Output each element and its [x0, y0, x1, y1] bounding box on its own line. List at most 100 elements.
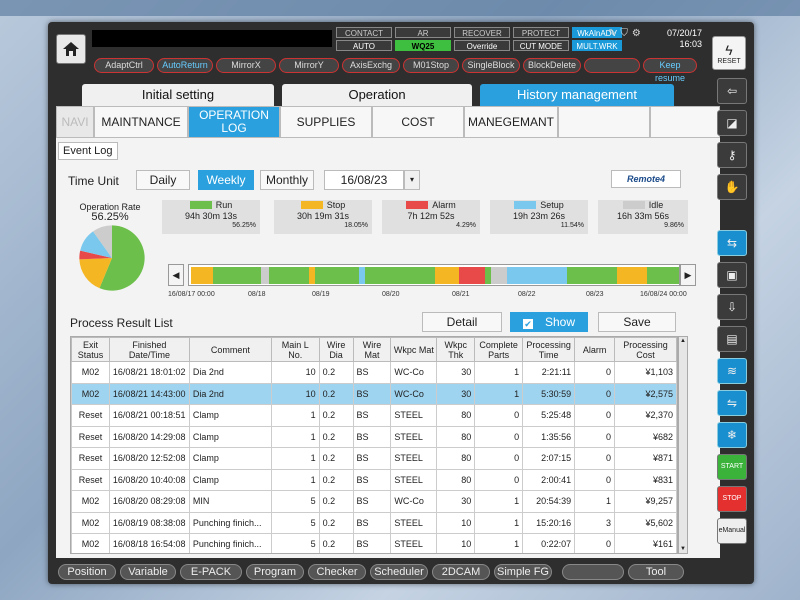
col-wire-dia[interactable]: Wire Dia — [318, 337, 354, 362]
stop-button[interactable]: STOP — [717, 486, 747, 512]
tank-button[interactable]: ▤ — [717, 326, 747, 352]
m01stop-button[interactable]: M01Stop — [403, 58, 459, 73]
table-row[interactable]: Reset 16/08/20 14:29:08 Clamp 1 0.2 BS STEEL 80… — [71, 425, 677, 448]
adaptctrl-button[interactable]: AdaptCtrl — [94, 58, 154, 73]
2dcam-button[interactable]: 2DCAM — [432, 564, 490, 580]
event-log-button[interactable]: Event Log — [58, 142, 118, 160]
table-row[interactable]: M02 16/08/20 08:29:08 MIN 5 0.2 BS WC-Co 30 1 20:… — [71, 490, 677, 513]
table-cell: STEEL — [390, 533, 438, 553]
operation-timeline — [188, 264, 680, 286]
main-window: CONTACT AR RECOVER PROTECT WkAlnADV AUTO… — [48, 22, 754, 584]
position-button[interactable]: Position — [58, 564, 116, 580]
home-button[interactable] — [56, 34, 86, 64]
key-icon: ⚷ — [727, 148, 737, 162]
blockdelete-button[interactable]: BlockDelete — [523, 58, 581, 73]
table-row[interactable]: M02 16/08/18 16:54:08 Punching finich... 5 0… — [71, 533, 677, 553]
table-cell: 0.2 — [318, 511, 354, 534]
simplefg-button[interactable]: Simple FG — [494, 564, 552, 580]
table-row[interactable]: Reset 16/08/21 00:18:51 Clamp 1 0.2 BS STEEL 80… — [71, 404, 677, 427]
mirrorx-button[interactable]: MirrorX — [216, 58, 276, 73]
legend-setup-name: Setup — [540, 200, 564, 210]
scheduler-button[interactable]: Scheduler — [370, 564, 428, 580]
autoreturn-button[interactable]: AutoReturn — [157, 58, 213, 73]
subtab-manegemant[interactable]: MANEGEMANT — [464, 106, 558, 138]
show-toggle[interactable]: ✔ Show — [510, 312, 588, 332]
epack-button[interactable]: E-PACK — [180, 564, 242, 580]
key-button[interactable]: ⚷ — [717, 142, 747, 168]
col-processing-time[interactable]: Processing Time — [522, 337, 576, 362]
subtab-cost[interactable]: COST — [372, 106, 464, 138]
singleblock-button[interactable]: SingleBlock — [462, 58, 520, 73]
axisexchg-button[interactable]: AxisExchg — [342, 58, 400, 73]
timeline-prev-button[interactable]: ◀ — [168, 264, 184, 286]
scroll-up-icon[interactable]: ▲ — [679, 337, 687, 345]
col-complete-parts[interactable]: Complete Parts — [474, 337, 524, 362]
hand-button[interactable]: ✋ — [717, 174, 747, 200]
blank-toolbar-button[interactable] — [584, 58, 640, 73]
save-button[interactable]: Save — [598, 312, 676, 332]
program-button[interactable]: Program — [246, 564, 304, 580]
date-input[interactable]: 16/08/23 — [324, 170, 404, 190]
col-alarm[interactable]: Alarm — [574, 337, 616, 362]
back-arrow-button[interactable]: ⇦ — [717, 78, 747, 104]
subtab-supplies[interactable]: SUPPLIES — [280, 106, 372, 138]
machine-op-button-2[interactable]: ▣ — [717, 262, 747, 288]
tab-operation[interactable]: Operation — [282, 84, 472, 106]
cooling-button[interactable]: ❄ — [717, 422, 747, 448]
wire-feed-button[interactable]: ⇩ — [717, 294, 747, 320]
machine-op-button-1[interactable]: ⇆ — [717, 230, 747, 256]
col-main-lno[interactable]: Main L No. — [270, 337, 320, 362]
table-row[interactable]: Reset 16/08/20 10:40:08 Clamp 1 0.2 BS STEEL 80… — [71, 468, 677, 491]
mirrory-button[interactable]: MirrorY — [279, 58, 339, 73]
keepresume-button[interactable]: Keep resume — [643, 58, 697, 83]
legend-alarm-name: Alarm — [432, 200, 456, 210]
subtab-operation-log[interactable]: OPERATION LOG — [188, 106, 280, 138]
col-exit-status[interactable]: Exit Status — [71, 337, 110, 362]
table-row[interactable]: M02 16/08/21 14:43:00 Dia 2nd 10 0.2 BS WC-Co 3… — [71, 382, 677, 405]
table-cell: 1 — [474, 533, 524, 553]
blank-bottom-button[interactable] — [562, 564, 624, 580]
timeline-next-button[interactable]: ▶ — [680, 264, 696, 286]
col-wire-mat[interactable]: Wire Mat — [352, 337, 392, 362]
start-button[interactable]: START — [717, 454, 747, 480]
col-processing-cost[interactable]: Processing Cost — [614, 337, 677, 362]
header-icons: ✎ ⛉ ⚙ — [608, 28, 641, 39]
timeline-segment — [261, 267, 269, 284]
variable-button[interactable]: Variable — [120, 564, 176, 580]
checker-button[interactable]: Checker — [308, 564, 366, 580]
lightning-icon: ϟ — [725, 41, 733, 58]
daily-button[interactable]: Daily — [136, 170, 190, 190]
col-finished-datetime[interactable]: Finished Date/Time — [108, 337, 190, 362]
table-cell: 20:54:39 — [522, 490, 576, 513]
tab-initial-setting[interactable]: Initial setting — [82, 84, 274, 106]
table-cell: 0.2 — [318, 404, 354, 427]
tool-button[interactable]: Tool — [628, 564, 684, 580]
subtab-maintnance[interactable]: MAINTNANCE — [94, 106, 188, 138]
table-cell: 1 — [270, 425, 320, 448]
emanual-button[interactable]: eManual — [717, 518, 747, 544]
monthly-button[interactable]: Monthly — [260, 170, 314, 190]
weekly-button[interactable]: Weekly — [198, 170, 254, 190]
legend-run: Run 94h 30m 13s 56.25% — [162, 200, 260, 234]
col-wkpc-thk[interactable]: Wkpc Thk — [436, 337, 476, 362]
col-comment[interactable]: Comment — [188, 337, 272, 362]
edit-screen-button[interactable]: ◪ — [717, 110, 747, 136]
wire-thread-button[interactable]: ⇋ — [717, 390, 747, 416]
flush-button[interactable]: ≋ — [717, 358, 747, 384]
table-row[interactable]: Reset 16/08/20 12:52:08 Clamp 1 0.2 BS STEEL 80… — [71, 447, 677, 470]
scroll-down-icon[interactable]: ▼ — [679, 545, 687, 553]
subtab-empty-2[interactable] — [650, 106, 720, 138]
date-dropdown-button[interactable]: ▾ — [404, 170, 420, 190]
subtab-navi[interactable]: NAVI — [56, 106, 94, 138]
detail-button[interactable]: Detail — [422, 312, 502, 332]
timeline-tick: 16/08/24 00:00 — [640, 291, 687, 298]
legend-alarm-time: 7h 12m 52s — [407, 211, 455, 221]
table-row[interactable]: M02 16/08/21 18:01:02 Dia 2nd 10 0.2 BS WC-Co 3… — [71, 361, 677, 384]
subtab-empty-1[interactable] — [558, 106, 650, 138]
table-row[interactable]: M02 16/08/19 08:38:08 Punching finich... 5 0… — [71, 511, 677, 534]
reset-button[interactable]: ϟ RESET — [712, 36, 746, 70]
table-scrollbar[interactable]: ▲ ▼ — [678, 336, 688, 554]
table-cell: 16/08/19 08:38:08 — [108, 511, 190, 534]
tab-history-management[interactable]: History management — [480, 84, 674, 106]
col-wkpc-mat[interactable]: Wkpc Mat — [390, 337, 438, 362]
